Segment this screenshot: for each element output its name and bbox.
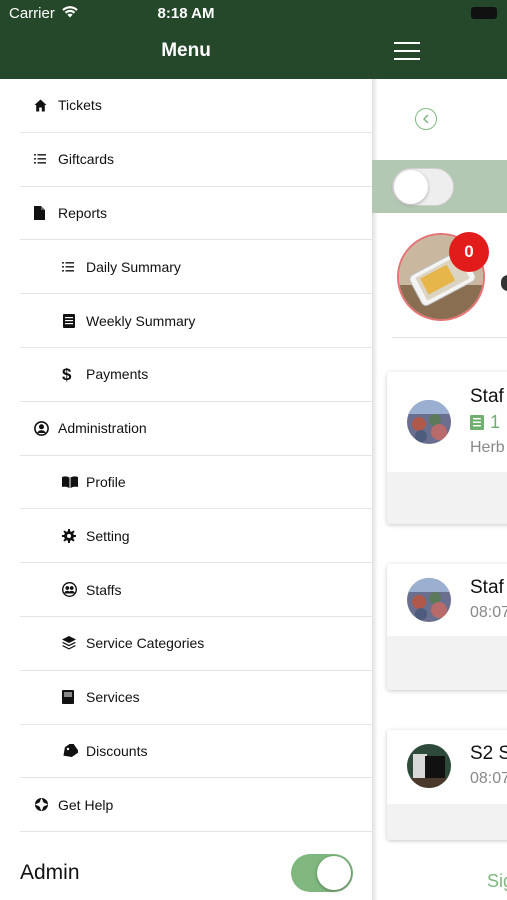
- menu-item-label: Setting: [86, 527, 130, 544]
- card-footer: [387, 472, 507, 524]
- main-header: [372, 0, 507, 79]
- card-footer: [387, 636, 507, 690]
- user-circle-icon: [34, 420, 54, 436]
- open-book-icon: [62, 476, 82, 488]
- staff-card-subtitle: 08:07: [470, 604, 507, 621]
- staff-card[interactable]: Staf 1 Herb: [387, 372, 507, 524]
- dollar-icon: $: [62, 364, 72, 384]
- status-time: 8:18 AM: [157, 5, 215, 22]
- staff-card-avatar: [407, 744, 451, 788]
- layers-icon: [62, 636, 82, 650]
- menu-list: Tickets Giftcards Reports Daily Summary …: [20, 79, 372, 833]
- menu-item-profile[interactable]: Profile: [20, 456, 372, 510]
- staff-card-count-value: 1: [490, 412, 501, 432]
- menu-item-label: Weekly Summary: [86, 312, 196, 329]
- hamburger-menu-icon[interactable]: [394, 42, 420, 60]
- menu-item-label: Get Help: [58, 796, 114, 813]
- menu-item-label: Staffs: [86, 581, 122, 598]
- menu-item-service-categories[interactable]: Service Categories: [20, 617, 372, 671]
- notification-badge: 0: [449, 232, 489, 272]
- card-footer: [387, 804, 507, 840]
- menu-item-administration[interactable]: Administration: [20, 402, 372, 456]
- menu-item-tickets[interactable]: Tickets: [20, 79, 372, 133]
- divider: [392, 337, 507, 338]
- staff-card-subtitle: 08:07: [470, 770, 507, 787]
- admin-row: Admin: [20, 848, 372, 898]
- book-icon: [62, 313, 82, 328]
- staff-card-avatar: [407, 400, 451, 444]
- menu-item-weekly-summary[interactable]: Weekly Summary: [20, 294, 372, 348]
- toggle-knob: [317, 856, 351, 890]
- battery-icon: [471, 7, 497, 19]
- menu-item-discounts[interactable]: Discounts: [20, 725, 372, 779]
- staff-card-name: S2 S: [470, 743, 507, 764]
- menu-item-reports[interactable]: Reports: [20, 187, 372, 241]
- staff-card-subtitle: Herb: [470, 439, 505, 456]
- staff-card-name: Staf: [470, 577, 504, 598]
- toggle-knob: [394, 170, 428, 204]
- menu-item-label: Discounts: [86, 742, 148, 759]
- main-content: 0 Staf 1 Herb Staf 08:07 S2 S 08:07 Sig: [372, 0, 507, 900]
- home-icon: [34, 99, 54, 112]
- lifebuoy-icon: [34, 797, 54, 812]
- menu-item-label: Giftcards: [58, 151, 115, 168]
- menu-item-label: Profile: [86, 473, 126, 490]
- menu-item-label: Daily Summary: [86, 258, 181, 275]
- menu-item-label: Services: [86, 689, 140, 706]
- menu-item-label: Administration: [58, 420, 147, 437]
- gear-icon: [62, 528, 82, 543]
- menu-item-label: Service Categories: [86, 635, 205, 652]
- menu-item-label: Payments: [86, 366, 149, 383]
- staff-card[interactable]: S2 S 08:07: [387, 730, 507, 840]
- menu-item-giftcards[interactable]: Giftcards: [20, 133, 372, 187]
- navigation-drawer: Carrier 8:18 AM Menu Tickets Giftcards R…: [0, 0, 372, 900]
- tag-icon: [62, 743, 82, 758]
- avatar-partial: [501, 275, 507, 291]
- back-icon[interactable]: [415, 108, 437, 130]
- list-icon: [62, 261, 82, 272]
- staff-card-name: Staf: [470, 386, 504, 407]
- list-icon: [470, 415, 484, 430]
- drawer-header: Carrier 8:18 AM Menu: [0, 0, 372, 79]
- drawer-title: Menu: [161, 40, 211, 61]
- menu-item-label: Reports: [58, 204, 108, 221]
- admin-toggle[interactable]: [291, 854, 353, 892]
- menu-item-daily-summary[interactable]: Daily Summary: [20, 240, 372, 295]
- menu-item-services[interactable]: Services: [20, 671, 372, 725]
- menu-item-payments[interactable]: $ Payments: [20, 348, 372, 402]
- menu-item-get-help[interactable]: Get Help: [20, 778, 372, 833]
- admin-label: Admin: [20, 861, 80, 884]
- users-icon: [62, 582, 82, 598]
- status-toggle[interactable]: [392, 168, 454, 206]
- menu-item-setting[interactable]: Setting: [20, 509, 372, 564]
- sign-link[interactable]: Sig: [487, 871, 507, 892]
- menu-item-staffs[interactable]: Staffs: [20, 563, 372, 617]
- list-icon: [34, 154, 54, 164]
- document-icon: [34, 205, 54, 220]
- menu-item-label: Tickets: [58, 97, 102, 114]
- staff-card-count: 1: [470, 412, 500, 433]
- staff-card-avatar: [407, 578, 451, 622]
- staff-card[interactable]: Staf 08:07: [387, 564, 507, 690]
- book-icon: [62, 690, 82, 705]
